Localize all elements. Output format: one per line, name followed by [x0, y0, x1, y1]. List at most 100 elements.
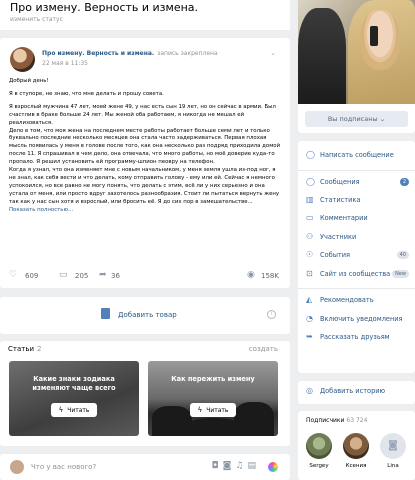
- article-card[interactable]: Как пережить измену ϟ Читать: [148, 361, 278, 436]
- add-product-button[interactable]: Добавить товар: [118, 311, 177, 319]
- subscriber-name: Lina: [387, 463, 399, 469]
- page-title: Про измену. Верность и измена.: [10, 1, 199, 14]
- megaphone-icon: ◭: [306, 295, 313, 304]
- subscribers-count: 63 724: [346, 417, 368, 424]
- post-greeting: Добрый день!: [9, 78, 49, 84]
- messages-item[interactable]: ◯ Сообщения 2: [306, 177, 409, 191]
- camera-icon: ◙: [380, 433, 406, 459]
- avatar[interactable]: [10, 47, 35, 72]
- article-card[interactable]: Какие знаки зодиака изменяют чаще всего …: [9, 361, 139, 436]
- read-label: Читать: [206, 407, 229, 414]
- notifications-item[interactable]: ◔ Включить уведомления: [306, 314, 409, 328]
- subscriber[interactable]: Sergey: [304, 433, 334, 469]
- chat-icon: ◯: [306, 150, 315, 159]
- camera-icon[interactable]: ◘: [212, 461, 223, 471]
- count-badge: 40: [396, 251, 409, 259]
- site-item[interactable]: ⊡ Сайт из сообщества New: [306, 269, 409, 283]
- menu-label: Рассказать друзьям: [320, 333, 390, 341]
- create-article-link[interactable]: создать: [249, 345, 278, 353]
- events-icon: ☉: [306, 250, 314, 259]
- write-message-item[interactable]: ◯ Написать сообщение: [306, 150, 409, 164]
- new-post-bar: Что у вас нового? ◘◙♫▤: [0, 454, 290, 480]
- comments-icon: ▭: [306, 213, 314, 222]
- menu-label: Написать сообщение: [320, 151, 394, 159]
- count-badge: 2: [399, 178, 409, 186]
- post-text: Добрый день! Я в ступоре, не знаю, что м…: [9, 78, 284, 215]
- chat-bubble-icon: ◯: [306, 177, 315, 186]
- page-header: Про измену. Верность и измена. изменить …: [0, 0, 290, 30]
- lightning-icon: ϟ: [197, 406, 203, 414]
- members-item[interactable]: ⚇ Участники: [306, 232, 409, 246]
- articles-title: Статьи: [8, 345, 35, 353]
- photo-figure: [370, 26, 378, 46]
- menu-label: Добавить историю: [320, 387, 386, 395]
- stats-icon: ▥: [306, 195, 314, 204]
- recommend-item[interactable]: ◭ Рекомендовать: [306, 295, 409, 309]
- subscriber-name: Ксения: [345, 463, 367, 469]
- post-date[interactable]: 22 мая в 11:35: [42, 60, 88, 67]
- articles-count: 2: [37, 345, 42, 353]
- article-title: Как пережить измену: [171, 375, 255, 383]
- heart-icon[interactable]: ♡: [9, 270, 17, 280]
- post-paragraph: Я в ступоре, не знаю, что мне делать и п…: [9, 90, 164, 97]
- pinned-post: Про измену. Верность и измена. запись зак…: [0, 38, 290, 288]
- subscriber[interactable]: ◙ Lina: [378, 433, 408, 469]
- chevron-down-icon[interactable]: ⌄: [270, 49, 276, 57]
- video-icon[interactable]: ◙: [223, 461, 236, 471]
- poster-color-icon[interactable]: [268, 462, 278, 472]
- story-block: ◎ Добавить историю: [298, 381, 415, 404]
- stats-item[interactable]: ▥ Статистика: [306, 195, 409, 209]
- post-paragraph: Когда я узнал, что она изменяет мне с но…: [9, 167, 280, 205]
- pinned-note: запись закреплена: [157, 50, 218, 57]
- articles-block: Статьи 2 создать Какие знаки зодиака изме…: [0, 341, 290, 446]
- community-photo[interactable]: [298, 0, 415, 104]
- menu-label: Статистика: [320, 196, 361, 204]
- new-post-input[interactable]: Что у вас нового?: [31, 463, 96, 471]
- share-icon[interactable]: ➦: [99, 270, 107, 280]
- silhouette-image: [234, 402, 274, 436]
- new-badge: New: [392, 270, 409, 278]
- add-story-item[interactable]: ◎ Добавить историю: [306, 386, 409, 400]
- post-paragraph: Дело в том, что моя жена на последнем ме…: [9, 127, 281, 166]
- products-block: Добавить товар i: [0, 297, 290, 334]
- info-icon[interactable]: i: [267, 310, 276, 319]
- likes-count[interactable]: 609: [25, 272, 38, 280]
- users-icon: ⚇: [306, 232, 314, 241]
- menu-label: Сообщения: [320, 178, 360, 186]
- menu-label: События: [320, 251, 351, 259]
- comments-count[interactable]: 205: [75, 272, 88, 280]
- share-icon: ➥: [306, 332, 313, 341]
- avatar: [306, 433, 332, 459]
- avatar: [343, 433, 369, 459]
- eye-icon: ◉: [247, 270, 255, 280]
- share-item[interactable]: ➥ Рассказать друзьям: [306, 332, 409, 346]
- subscribers-header[interactable]: Подписчики 63 724: [306, 417, 367, 424]
- subscriber-name: Sergey: [309, 463, 329, 469]
- comments-item[interactable]: ▭ Комментарии: [306, 213, 409, 227]
- chevron-down-icon: ⌄: [379, 115, 386, 123]
- subscribers-block: Подписчики 63 724 Sergey Ксения ◙ Lina: [298, 411, 415, 480]
- music-icon[interactable]: ♫: [235, 461, 247, 471]
- read-button[interactable]: ϟ Читать: [190, 403, 236, 417]
- subscribed-button[interactable]: Вы подписаны ⌄: [305, 111, 408, 127]
- post-author: Про измену. Верность и измена. запись зак…: [42, 50, 218, 57]
- subscribers-list: Sergey Ксения ◙ Lina: [304, 433, 411, 479]
- articles-header[interactable]: Статьи 2: [8, 345, 41, 353]
- author-link[interactable]: Про измену. Верность и измена.: [42, 50, 154, 57]
- lightning-icon: ϟ: [58, 406, 64, 414]
- status-link[interactable]: изменить статус: [10, 16, 63, 23]
- views-count: 158K: [261, 272, 279, 280]
- read-button[interactable]: ϟ Читать: [51, 403, 97, 417]
- menu-label: Сайт из сообщества: [320, 270, 391, 278]
- show-more-link[interactable]: Показать полностью...: [9, 207, 73, 213]
- menu-label: Включить уведомления: [320, 315, 403, 323]
- camera-icon: ◎: [306, 386, 313, 395]
- attach-icons: ◘◙♫▤: [212, 461, 260, 471]
- comment-icon[interactable]: ▭: [59, 270, 68, 280]
- cover-block: Вы подписаны ⌄: [298, 0, 415, 133]
- menu-label: Рекомендовать: [320, 296, 374, 304]
- events-item[interactable]: ☉ События 40: [306, 250, 409, 264]
- reposts-count[interactable]: 36: [111, 272, 120, 280]
- document-icon[interactable]: ▤: [247, 461, 260, 471]
- subscriber[interactable]: Ксения: [341, 433, 371, 469]
